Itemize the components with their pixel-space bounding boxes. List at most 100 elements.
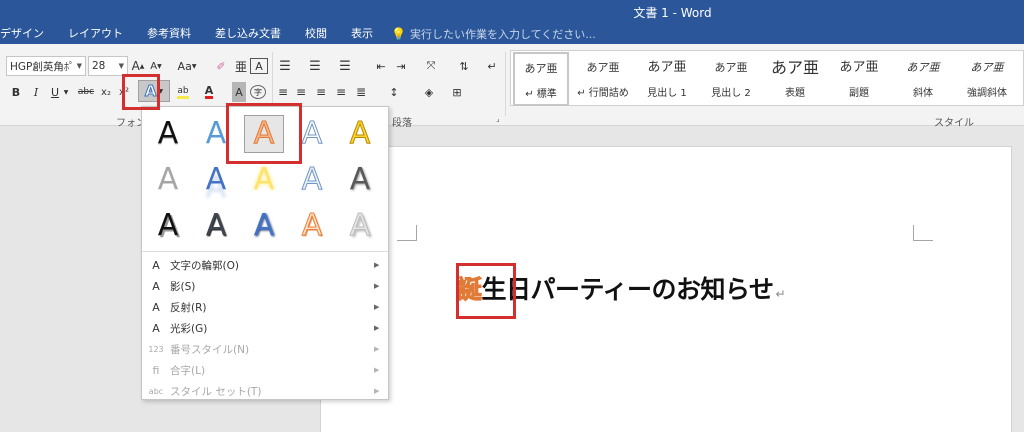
text-effect-preset[interactable]: A [148,207,188,245]
number-style-icon: 123 [148,344,164,354]
grow-font-button[interactable]: A ▲ [130,56,146,76]
enclosed-char-button[interactable]: 字 [250,85,266,99]
phonetic-guide-button[interactable]: 亜 [232,56,250,76]
subscript-button[interactable]: x₂ [98,82,114,102]
paragraph-mark: ↵ [775,287,786,301]
chevron-right-icon: ▶ [374,261,380,269]
text-effect-preset[interactable]: A [196,161,236,199]
style-item[interactable]: あア亜 見出し 2 [699,51,763,105]
text-effect-preset[interactable]: A [148,161,188,199]
text-effect-preset[interactable]: A [340,207,380,245]
text-effect-preset[interactable]: A [148,115,188,153]
underline-button[interactable]: U [48,82,62,102]
tab-review[interactable]: 校閲 [293,24,339,44]
group-separator [505,52,506,116]
menu-item-shadow[interactable]: A 影(S) ▶ [142,276,388,296]
style-sample: あア亜 [586,60,620,74]
strikethrough-button[interactable]: abc [74,82,98,102]
menu-item-outline[interactable]: A 文字の輪郭(O) ▶ [142,255,388,275]
style-name: ↵ 行間詰め [577,87,629,99]
tell-me-box[interactable]: 💡 実行したい作業を入力してください... [385,26,596,42]
char-border-button[interactable]: A [250,58,268,74]
char-shading-button[interactable]: A [232,82,246,102]
highlight-selected-effect [226,103,302,164]
group-separator [272,52,273,108]
change-case-label: Aa [177,59,192,73]
numbering-button[interactable]: ☰ [306,56,324,76]
tab-view[interactable]: 表示 [339,24,385,44]
chevron-right-icon: ▶ [374,282,380,290]
style-item[interactable]: 強強 [1019,51,1024,105]
style-sample: あア亜 [906,60,940,74]
text-effect-preset[interactable]: A [340,115,380,153]
justify-button[interactable]: ≡ [334,82,348,102]
shrink-font-icon: A [150,60,158,72]
paragraph-dialog-launcher[interactable]: ⌟ [494,114,502,124]
ligatures-icon: ﬁ [152,363,160,377]
highlight-icon: ab [177,86,189,99]
italic-button[interactable]: I [28,82,44,102]
text-direction-button[interactable]: ⤧ [420,56,442,76]
text-effect-preset[interactable]: A [244,207,284,245]
font-size-value: 28 [92,60,106,72]
tab-mailings[interactable]: 差し込み文書 [203,24,293,44]
style-name: ↵ 標準 [525,88,557,100]
tab-design[interactable]: デザイン [0,24,56,44]
text-effect-preset[interactable]: A [244,161,284,199]
menu-item-label: 影(S) [170,280,196,293]
borders-button[interactable]: ⊞ [446,82,468,102]
increase-indent-button[interactable]: ⇥ [392,56,410,76]
style-name: 斜体 [913,87,933,99]
text-effect-preset[interactable]: A [292,207,332,245]
bullets-button[interactable]: ☰ [276,56,294,76]
menu-item-label: 反射(R) [170,301,207,314]
menu-item-label: スタイル セット(T) [170,385,262,398]
align-left-button[interactable]: ≡ [276,82,290,102]
bold-button[interactable]: B [8,82,24,102]
tab-references[interactable]: 参考資料 [135,24,203,44]
text-effect-preset[interactable]: A [292,161,332,199]
clear-formatting-button[interactable]: ✐ [212,56,230,76]
crop-mark [913,225,933,241]
font-name-value: HGP創英角ﾎﾟ [10,60,75,73]
font-color-button[interactable]: A [198,82,220,102]
font-size-select[interactable]: 28 ▼ [88,56,128,76]
font-color-icon: A [204,84,214,99]
menu-item-glow[interactable]: A 光彩(G) ▶ [142,318,388,338]
style-item[interactable]: あア亜 表題 [763,51,827,105]
style-item[interactable]: あア亜 斜体 [891,51,955,105]
highlight-color-button[interactable]: ab [172,82,194,102]
shrink-font-button[interactable]: A ▼ [148,56,164,76]
style-item[interactable]: あア亜 強調斜体 [955,51,1019,105]
font-name-select[interactable]: HGP創英角ﾎﾟ ▼ [6,56,86,76]
decrease-indent-button[interactable]: ⇤ [372,56,390,76]
menu-item-reflection[interactable]: A 反射(R) ▶ [142,297,388,317]
menu-item-number-style: 123 番号スタイル(N) ▶ [142,339,388,359]
text-effect-preset[interactable]: A [340,161,380,199]
change-case-button[interactable]: Aa ▼ [174,56,200,76]
paragraph-group-label: 段落 [392,118,412,129]
heading-rest[interactable]: 生日パーティーのお知らせ [482,275,775,304]
line-spacing-button[interactable]: ↕ [384,82,404,102]
distributed-button[interactable]: ≣ [354,82,368,102]
sort-button[interactable]: ⇅ [456,56,472,76]
stylistic-set-icon: abc [148,386,164,396]
style-item[interactable]: あア亜 ↵ 行間詰め [571,51,635,105]
chevron-right-icon: ▶ [374,366,380,374]
shading-button[interactable]: ◈ [418,82,440,102]
align-right-button[interactable]: ≡ [314,82,328,102]
title-bar: 文書 1 - Word デザイン レイアウト 参考資料 差し込み文書 校閲 表示… [0,0,1024,44]
style-item[interactable]: あア亜 ↵ 標準 [513,52,569,106]
style-item[interactable]: あア亜 副題 [827,51,891,105]
text-effect-preset[interactable]: A [196,207,236,245]
align-center-button[interactable]: ≡ [294,82,308,102]
chevron-down-icon[interactable]: ▼ [62,82,70,102]
tab-layout[interactable]: レイアウト [56,24,135,44]
glow-icon: A [152,321,160,335]
show-marks-button[interactable]: ↵ [484,56,500,76]
lightbulb-icon: 💡 [391,27,406,41]
styles-group-label: スタイル [934,118,974,129]
multilevel-list-button[interactable]: ☰ [336,56,354,76]
style-item[interactable]: あア亜 見出し 1 [635,51,699,105]
shadow-icon: A [152,279,160,293]
